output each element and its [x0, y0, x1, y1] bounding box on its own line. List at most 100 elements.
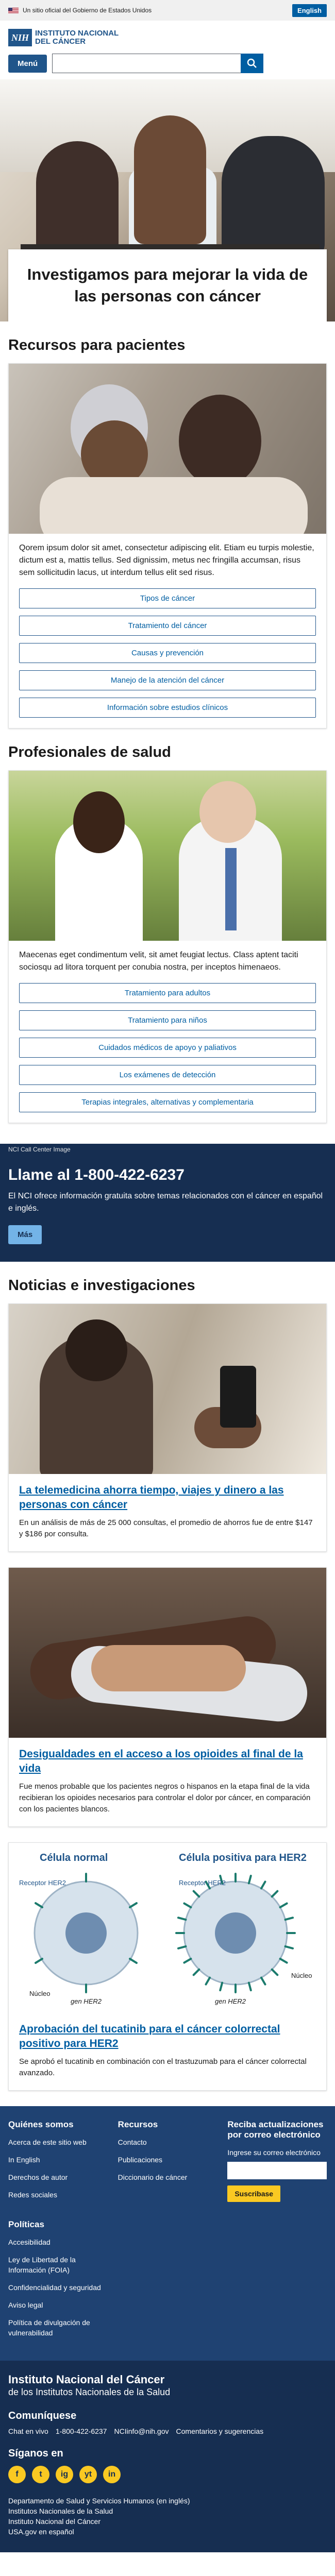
nih-logo-icon: NIH — [8, 29, 32, 46]
news-title-link[interactable]: Desigualdades en el acceso a los opioide… — [19, 1747, 316, 1776]
patients-text: Qorem ipsum dolor sit amet, consectetur … — [19, 544, 314, 577]
her2-receptor — [279, 1958, 288, 1964]
professionals-card: Maecenas eget condimentum velit, sit ame… — [8, 770, 327, 1123]
news-title-link[interactable]: La telemedicina ahorra tiempo, viajes y … — [19, 1483, 316, 1512]
youtube-icon[interactable]: yt — [79, 2466, 97, 2483]
instagram-icon[interactable]: ig — [56, 2466, 73, 2483]
her2-receptor — [271, 1968, 279, 1976]
footer-subscribe-title: Reciba actualizaciones por correo electr… — [227, 2120, 324, 2140]
news-card: Desigualdades en el acceso a los opioide… — [8, 1567, 327, 1827]
footer-link[interactable]: Contacto — [118, 2137, 217, 2147]
us-flag-icon — [8, 7, 19, 13]
footer-link[interactable]: Redes sociales — [8, 2190, 108, 2200]
her2-receptor — [247, 1981, 252, 1992]
receptor-label-2: Receptor HER2 — [179, 1879, 226, 1887]
link-tratamiento-ninos[interactable]: Tratamiento para niños — [19, 1010, 316, 1030]
her2-receptor — [192, 1890, 200, 1898]
footer-link[interactable]: Diccionario de cáncer — [118, 2172, 217, 2182]
her2-receptor — [183, 1958, 192, 1964]
her2-receptor — [279, 1902, 288, 1908]
legal-link[interactable]: Departamento de Salud y Servicios Humano… — [8, 2496, 327, 2506]
receptor-label: Receptor HER2 — [19, 1879, 66, 1887]
footer-link[interactable]: Ley de Libertad de la Información (FOIA) — [8, 2255, 111, 2275]
news-image-telemedicine — [9, 1304, 326, 1474]
link-tipos-de-cancer[interactable]: Tipos de cáncer — [19, 588, 316, 608]
news-summary: Fue menos probable que los pacientes neg… — [19, 1782, 311, 1814]
facebook-icon[interactable]: f — [8, 2466, 26, 2483]
her2-receptor — [219, 1981, 224, 1992]
footer-link[interactable]: Confidencialidad y seguridad — [8, 2282, 111, 2293]
menu-button[interactable]: Menú — [8, 54, 47, 73]
hero-title: Investigamos para mejorar la vida de las… — [27, 265, 308, 305]
link-examenes-deteccion[interactable]: Los exámenes de detección — [19, 1065, 316, 1085]
call-title: Llame al 1-800-422-6237 — [8, 1166, 185, 1183]
search-input[interactable] — [52, 54, 241, 73]
more-button[interactable]: Más — [8, 1225, 42, 1244]
link-cuidados-paliativos[interactable]: Cuidados médicos de apoyo y paliativos — [19, 1038, 316, 1058]
her2-receptor — [177, 1917, 187, 1921]
her2-receptor — [205, 1976, 211, 1986]
chat-link[interactable]: Chat en vivo — [8, 2427, 48, 2435]
call-text: El NCI ofrece información gratuita sobre… — [8, 1192, 323, 1213]
twitter-icon[interactable]: t — [32, 2466, 49, 2483]
nci-logo[interactable]: NIH Instituto Nacional del Cáncer — [8, 29, 327, 46]
footer-link[interactable]: Accesibilidad — [8, 2237, 111, 2247]
footer-link[interactable]: In English — [8, 2155, 108, 2165]
footer-link[interactable]: Derechos de autor — [8, 2172, 108, 2182]
cell-illustrations — [34, 1873, 296, 1993]
linkedin-icon[interactable]: in — [103, 2466, 121, 2483]
gov-banner-text: Un sitio oficial del Gobierno de Estados… — [23, 7, 152, 14]
email-label: Ingrese su correo electrónico — [227, 2148, 321, 2157]
footer-link[interactable]: Aviso legal — [8, 2300, 111, 2310]
feedback-link[interactable]: Comentarios y sugerencias — [176, 2427, 264, 2435]
footer-bottom: Instituto Nacional del Cáncer de los Ins… — [0, 2361, 335, 2552]
gene-label: gen HER2 — [71, 1997, 102, 2005]
her2-receptor — [284, 1917, 294, 1921]
legal-link[interactable]: USA.gov en español — [8, 2527, 327, 2537]
footer-link[interactable]: Publicaciones — [118, 2155, 217, 2165]
news-card: La telemedicina ahorra tiempo, viajes y … — [8, 1303, 327, 1552]
legal-link[interactable]: Institutos Nacionales de la Salud — [8, 2506, 327, 2516]
search-form — [52, 54, 264, 73]
her2-receptor — [183, 1902, 192, 1908]
link-terapias-integrales[interactable]: Terapias integrales, alternativas y comp… — [19, 1092, 316, 1112]
footer-policies-title: Políticas — [8, 2219, 44, 2229]
footer-org-parent: de los Institutos Nacionales de la Salud — [8, 2387, 171, 2397]
her2-receptor — [260, 1880, 266, 1890]
footer-org-name: Instituto Nacional del Cáncer — [8, 2373, 165, 2386]
search-button[interactable] — [241, 54, 264, 73]
link-manejo-atencion[interactable]: Manejo de la atención del cáncer — [19, 670, 316, 690]
email-input[interactable] — [227, 2162, 327, 2179]
news-card: Célula normal Célula positiva para HER2 … — [8, 1842, 327, 2091]
link-tratamiento-adultos[interactable]: Tratamiento para adultos — [19, 983, 316, 1003]
news-summary: En un análisis de más de 25 000 consulta… — [19, 1518, 313, 1538]
news-section-title: Noticias e investigaciones — [8, 1277, 195, 1294]
logo-line-2: del Cáncer — [35, 37, 86, 46]
professionals-section-title: Profesionales de salud — [8, 744, 171, 760]
link-estudios-clinicos[interactable]: Información sobre estudios clínicos — [19, 698, 316, 718]
footer-link[interactable]: Acerca de este sitio web — [8, 2137, 108, 2147]
nucleus-label-2: Núcleo — [291, 1972, 312, 1979]
legal-link[interactable]: Instituto Nacional del Cáncer — [8, 2516, 327, 2527]
subscribe-button[interactable]: Suscribase — [227, 2185, 281, 2202]
footer-resources-title: Recursos — [118, 2120, 158, 2129]
her2-receptor — [247, 1874, 252, 1885]
footer-about-title: Quiénes somos — [8, 2120, 74, 2129]
link-tratamiento-del-cancer[interactable]: Tratamiento del cáncer — [19, 616, 316, 636]
phone-link[interactable]: 1-800-422-6237 — [56, 2427, 107, 2435]
her2-diagram: Célula normal Célula positiva para HER2 … — [9, 1843, 326, 2013]
hero-card: Investigamos para mejorar la vida de las… — [8, 249, 327, 321]
professionals-text: Maecenas eget condimentum velit, sit ame… — [19, 951, 298, 972]
news-title-link[interactable]: Aprobación del tucatinib para el cáncer … — [19, 2022, 316, 2051]
nucleus-label: Núcleo — [29, 1990, 51, 1997]
footer-link[interactable]: Política de divulgación de vulnerabilida… — [8, 2317, 111, 2338]
her2-receptor — [192, 1968, 200, 1976]
her2-receptor — [177, 1945, 187, 1950]
gene-label-2: gen HER2 — [215, 1997, 246, 2005]
english-button[interactable]: English — [292, 4, 327, 17]
email-link[interactable]: NCIinfo@nih.gov — [114, 2427, 169, 2435]
site-header: NIH Instituto Nacional del Cáncer Menú — [0, 21, 335, 79]
news-summary: Se aprobó el tucatinib en combinación co… — [19, 2057, 307, 2077]
link-causas-y-prevencion[interactable]: Causas y prevención — [19, 643, 316, 663]
call-center-section: NCI Call Center Image Llame al 1-800-422… — [0, 1144, 335, 1262]
